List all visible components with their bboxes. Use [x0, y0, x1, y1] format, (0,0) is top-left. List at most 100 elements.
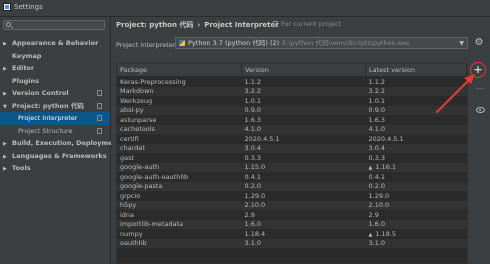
column-header-version[interactable]: Version [241, 64, 366, 77]
sidebar-item[interactable]: ▼ Project: python 代码 [0, 100, 110, 113]
package-version: 1.1.2 [244, 77, 262, 86]
package-row[interactable]: importlib-metadata 1.6.0 1.6.0 [117, 219, 467, 229]
column-header-package[interactable]: Package [117, 64, 242, 77]
package-version: 3.2.2 [241, 86, 366, 96]
search-input[interactable] [3, 20, 105, 30]
latest-version-text: 1.16.1 [375, 163, 397, 172]
sidebar-item[interactable]: Keymap [0, 50, 110, 63]
package-latest-version: 1.0.1 [368, 96, 386, 105]
sidebar-item[interactable]: ▶ Editor [0, 62, 110, 75]
package-row[interactable]: certifi 2020.4.5.1 2020.4.5.1 [117, 134, 467, 144]
package-row[interactable]: grpcio 1.29.0 1.29.0 [117, 191, 467, 201]
package-version: 3.0.4 [241, 143, 366, 153]
package-version: 1.29.0 [244, 191, 266, 200]
page-icon [273, 21, 278, 27]
package-latest-version: 0.2.0 [365, 181, 467, 191]
package-row[interactable]: h5py 2.10.0 2.10.0 [117, 200, 467, 210]
package-row[interactable]: chardet 3.0.4 3.0.4 [117, 143, 467, 153]
package-latest-version: 1.6.0 [365, 219, 467, 229]
package-row[interactable]: oauthlib 3.1.0 3.1.0 [117, 238, 467, 248]
project-page-icon [97, 90, 102, 96]
chevron-right-icon[interactable]: ▶ [0, 163, 12, 176]
package-name: Keras-Preprocessing [120, 77, 186, 86]
sidebar-item[interactable]: ▶ Languages & Frameworks [0, 150, 110, 163]
settings-tree: ▶ Appearance & Behavior Keymap ▶ Editor Plugi… [0, 37, 120, 175]
sidebar-item[interactable]: ▶ Version Control [0, 87, 110, 100]
interpreter-select[interactable]: Python 3.7 (python 代码) (2) E:\python 代码\v… [175, 37, 468, 49]
package-name: gast [120, 153, 135, 162]
package-version: 0.9.0 [241, 105, 366, 115]
scope-text: For current project [281, 20, 342, 28]
app-icon [3, 3, 11, 11]
plus-icon[interactable]: + [472, 63, 484, 77]
package-latest-version: 3.2.2 [365, 86, 467, 96]
package-name: idna [120, 210, 135, 219]
package-latest-version: 4.1.0 [365, 124, 467, 134]
package-latest-version: 0.3.3 [368, 153, 386, 162]
package-row[interactable]: google-auth 1.15.0 ▲ 1.16.1 [117, 162, 467, 172]
minus-icon[interactable]: — [474, 82, 487, 95]
gear-icon[interactable]: ⚙ [473, 37, 485, 49]
table-header: Package Version Latest version [117, 64, 467, 77]
package-version: 2.10.0 [241, 200, 366, 210]
package-latest-version: 0.4.1 [368, 172, 386, 181]
sidebar-item-label: Project Structure [18, 126, 73, 135]
package-row[interactable]: Werkzeug 1.0.1 1.0.1 [117, 96, 467, 106]
package-name: numpy [120, 229, 143, 238]
package-name: chardet [117, 143, 242, 153]
sidebar-item-label: Plugins [12, 76, 39, 85]
chevron-down-icon[interactable]: ▼ [459, 39, 464, 48]
package-name: absl-py [117, 105, 242, 115]
package-name: astunparse [120, 115, 157, 124]
package-row[interactable]: idna 2.9 2.9 [117, 210, 467, 220]
sidebar-item-label: Tools [12, 164, 31, 172]
scope-label: For current project [273, 20, 341, 28]
package-name: oauthlib [117, 238, 242, 248]
breadcrumb: Project: python 代码 › Project Interpreter [116, 20, 279, 30]
project-page-icon [97, 115, 102, 121]
package-row[interactable]: absl-py 0.9.0 0.9.0 [117, 105, 467, 115]
eye-icon[interactable] [474, 103, 487, 116]
sidebar-item[interactable]: Project Interpreter [0, 112, 110, 125]
latest-version-text: 1.18.5 [375, 229, 397, 238]
column-header-latest-version[interactable]: Latest version [365, 64, 467, 77]
package-latest-version: ▲ 1.16.1 [365, 162, 467, 172]
title-bar: Settings [0, 0, 490, 17]
package-latest-version: 2.9 [368, 210, 379, 219]
package-latest-version: 2.10.0 [365, 200, 467, 210]
package-row[interactable]: astunparse 1.6.3 1.6.3 [117, 115, 467, 125]
package-version: 1.18.4 [244, 229, 266, 238]
window-title: Settings [14, 3, 43, 11]
upgrade-available-icon: ▲ [368, 165, 373, 172]
package-version: 1.0.1 [244, 96, 262, 105]
breadcrumb-separator: › [197, 21, 201, 29]
package-row[interactable]: cachetools 4.1.0 4.1.0 [117, 124, 467, 134]
sidebar-item[interactable]: ▶ Appearance & Behavior [0, 37, 110, 50]
package-latest-version: 0.9.0 [365, 105, 467, 115]
package-version: 2020.4.5.1 [244, 134, 280, 143]
sidebar-item-label: Editor [12, 64, 35, 72]
project-page-icon [97, 127, 102, 134]
sidebar-item-label: Appearance & Behavior [12, 39, 99, 47]
package-row[interactable]: google-auth-oauthlib 0.4.1 0.4.1 [117, 172, 467, 182]
interpreter-path: E:\python 代码\venv\Scripts\python.exe [282, 39, 410, 47]
package-version: 4.1.0 [241, 124, 366, 134]
packages-table: Package Version Latest version Keras-Pre… [116, 63, 468, 264]
sidebar-item[interactable]: Project Structure [0, 125, 110, 138]
sidebar-item-label: Build, Execution, Deployment [12, 139, 121, 147]
package-row[interactable]: google-pasta 0.2.0 0.2.0 [117, 181, 467, 191]
breadcrumb-project: Project: python 代码 [116, 21, 194, 29]
package-latest-version: 3.1.0 [365, 238, 467, 248]
package-row[interactable]: Keras-Preprocessing 1.1.2 1.1.2 [117, 77, 467, 87]
upgrade-available-icon: ▲ [368, 231, 373, 238]
sidebar-item[interactable]: ▶ Tools [0, 162, 110, 175]
package-row[interactable]: Markdown 3.2.2 3.2.2 [117, 86, 467, 96]
package-name: importlib-metadata [117, 219, 242, 229]
package-latest-version: 1.1.2 [368, 77, 386, 86]
package-row[interactable]: gast 0.3.3 0.3.3 [117, 153, 467, 163]
sidebar-item[interactable]: Plugins [0, 75, 110, 88]
package-latest-version: 1.29.0 [368, 191, 390, 200]
package-row[interactable]: numpy 1.18.4 ▲ 1.18.5 [117, 229, 467, 239]
sidebar-item[interactable]: ▶ Build, Execution, Deployment [0, 137, 120, 150]
package-name: google-pasta [117, 181, 242, 191]
